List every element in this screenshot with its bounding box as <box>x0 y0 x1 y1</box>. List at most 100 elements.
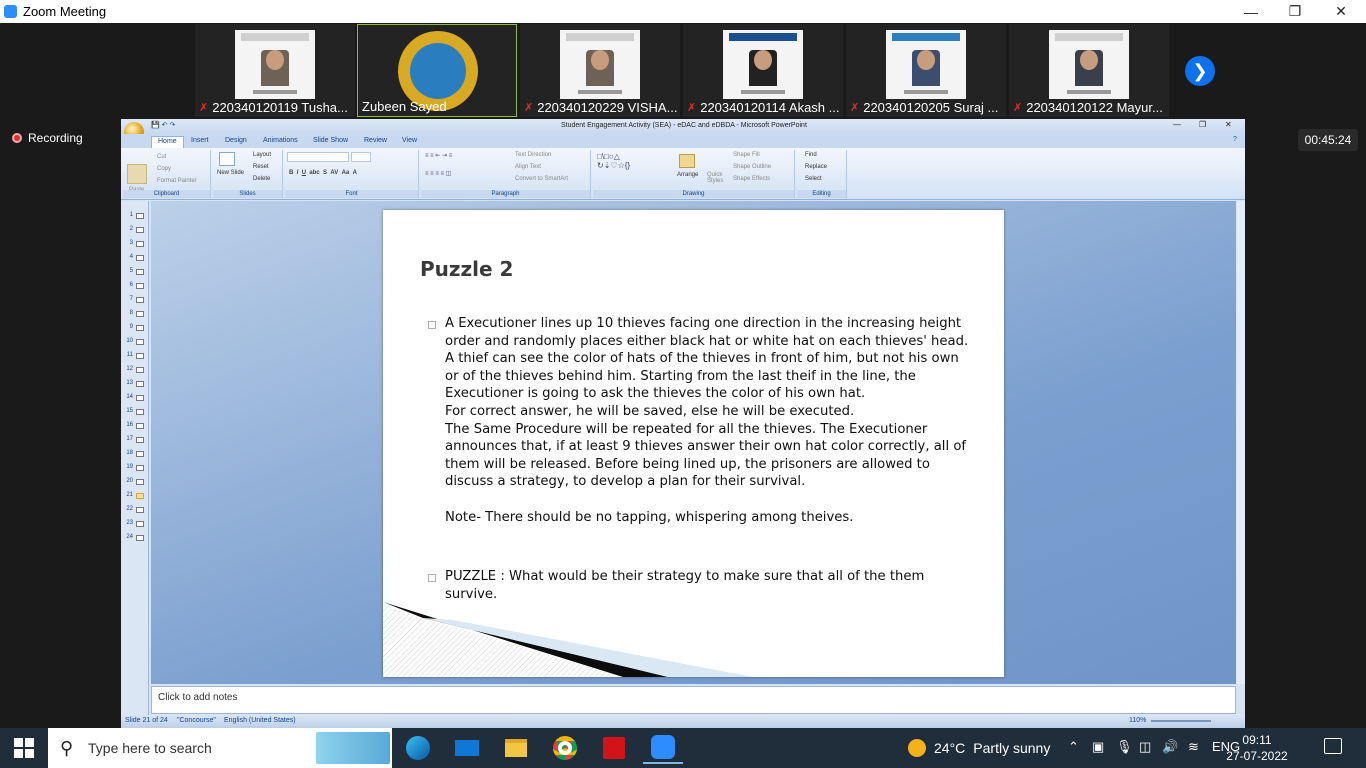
zoom-slider[interactable] <box>1151 720 1211 722</box>
slide-puzzle-text[interactable]: PUZZLE : What would be their strategy to… <box>445 568 975 603</box>
slide-number: 5 <box>129 268 133 274</box>
bold-button[interactable]: B I U abc S AV Aa A <box>289 170 357 176</box>
slide-thumbnail[interactable] <box>136 255 144 261</box>
slide-thumbnail[interactable] <box>136 521 144 527</box>
quick-styles-button[interactable]: Quick Styles <box>707 172 733 184</box>
mail-icon[interactable] <box>447 732 487 764</box>
slide-body-text[interactable]: A Executioner lines up 10 thieves facing… <box>445 315 975 526</box>
participant-tile[interactable]: ✗ 220340120114 Akash ... <box>683 24 843 117</box>
slide-thumbnail[interactable] <box>136 227 144 233</box>
slide-title[interactable]: Puzzle 2 <box>420 257 513 281</box>
arrange-icon[interactable] <box>679 154 695 168</box>
slide-thumbnail[interactable] <box>136 297 144 303</box>
slide-thumbnail[interactable] <box>136 339 144 345</box>
replace-button[interactable]: Replace <box>805 164 827 170</box>
tab-review[interactable]: Review <box>364 137 387 144</box>
slide-thumbnail[interactable] <box>136 451 144 457</box>
slide-thumbnail[interactable] <box>136 381 144 387</box>
ppt-close-button[interactable]: ✕ <box>1225 120 1232 129</box>
reset-button[interactable]: Reset <box>253 164 269 170</box>
zoom-level[interactable]: 110% <box>1129 717 1146 724</box>
font-size-input[interactable] <box>351 152 371 162</box>
format-painter-button[interactable]: Format Painter <box>157 178 197 184</box>
select-button[interactable]: Select <box>805 176 822 182</box>
slide-thumbnail[interactable] <box>136 479 144 485</box>
ppt-minimize-button[interactable]: — <box>1173 120 1181 129</box>
meeting-icon[interactable]: ▣ <box>1092 739 1104 755</box>
slide-thumbnail[interactable] <box>136 283 144 289</box>
slide-thumbnail[interactable] <box>136 241 144 247</box>
acrobat-icon[interactable] <box>594 732 634 764</box>
slide-thumbnail[interactable] <box>136 507 144 513</box>
participant-tile[interactable]: ✗ 220340120205 Suraj ... <box>846 24 1006 117</box>
slide-thumbnail[interactable] <box>136 423 144 429</box>
start-button[interactable] <box>14 738 34 758</box>
current-slide[interactable]: Puzzle 2 A Executioner lines up 10 thiev… <box>383 210 1004 677</box>
chevron-up-icon[interactable]: ⌃ <box>1068 739 1079 755</box>
font-name-input[interactable] <box>287 152 349 162</box>
arrange-button[interactable]: Arrange <box>677 172 698 178</box>
minimize-button[interactable]: — <box>1228 0 1274 23</box>
restore-button[interactable]: ❐ <box>1272 0 1318 23</box>
slide-thumbnail[interactable] <box>136 493 144 499</box>
find-button[interactable]: Find <box>805 152 817 158</box>
paste-icon[interactable] <box>127 164 147 184</box>
notes-pane[interactable]: Click to add notes <box>151 686 1236 714</box>
recording-indicator[interactable]: Recording <box>12 131 83 145</box>
align-buttons[interactable]: ≡ ≡ ≡ ≡ ◫ <box>425 170 451 177</box>
shape-effects-button[interactable]: Shape Effects <box>733 176 770 182</box>
taskbar-clock[interactable]: 09:11 27-07-2022 <box>1226 732 1288 764</box>
volume-icon[interactable]: 🔊 <box>1162 739 1178 755</box>
slide-thumbnail[interactable] <box>136 437 144 443</box>
copy-button[interactable]: Copy <box>157 166 171 172</box>
tab-home[interactable]: Home <box>151 136 184 148</box>
tab-insert[interactable]: Insert <box>191 137 209 144</box>
weather-widget[interactable]: 24°C Partly sunny <box>908 728 1050 768</box>
participant-tile-active[interactable]: Zubeen Sayed <box>357 24 517 117</box>
shape-fill-button[interactable]: Shape Fill <box>733 152 760 158</box>
file-explorer-icon[interactable] <box>496 732 536 764</box>
new-slide-button[interactable]: New Slide <box>217 170 244 176</box>
slide-thumbnail[interactable] <box>136 325 144 331</box>
chrome-icon[interactable] <box>545 732 585 764</box>
zoom-icon[interactable] <box>643 732 683 764</box>
tab-slide-show[interactable]: Slide Show <box>313 137 348 144</box>
slide-thumbnail[interactable] <box>136 465 144 471</box>
align-text-button[interactable]: Align Text <box>515 164 541 170</box>
slide-thumbnail[interactable] <box>136 367 144 373</box>
slide-thumbnail[interactable] <box>136 213 144 219</box>
wifi-icon[interactable]: ≋ <box>1188 739 1199 755</box>
slide-thumbnail[interactable] <box>136 395 144 401</box>
power-icon[interactable]: ◫ <box>1139 739 1151 755</box>
participant-tile[interactable]: ✗ 220340120229 VISHA... <box>520 24 680 117</box>
new-slide-icon[interactable] <box>219 152 235 166</box>
cut-button[interactable]: Cut <box>157 154 166 160</box>
slide-thumbnail[interactable] <box>136 535 144 541</box>
text-direction-button[interactable]: Text Direction <box>515 152 551 158</box>
convert-smartart-button[interactable]: Convert to SmartArt <box>515 176 568 182</box>
slide-thumbnail[interactable] <box>136 353 144 359</box>
taskbar-search-box[interactable]: ⚲ Type here to search <box>48 728 392 768</box>
delete-button[interactable]: Delete <box>253 176 270 182</box>
slide-thumbnail[interactable] <box>136 409 144 415</box>
slide-thumbnail[interactable] <box>136 311 144 317</box>
microphone-icon[interactable]: 🎙 <box>1116 739 1133 755</box>
shapes-gallery[interactable]: □\□○△ ↻⇣♡☆{} <box>597 152 630 170</box>
tab-view[interactable]: View <box>402 137 417 144</box>
participant-tile[interactable]: ✗ 220340120119 Tusha... <box>195 24 355 117</box>
quick-access-toolbar[interactable]: 💾 ↶ ↷ <box>151 121 175 129</box>
notification-center-icon[interactable] <box>1324 738 1342 754</box>
next-participants-button[interactable]: ❯ <box>1185 56 1215 86</box>
vertical-scrollbar[interactable] <box>1237 201 1245 684</box>
edge-icon[interactable] <box>398 732 438 764</box>
tab-design[interactable]: Design <box>225 137 247 144</box>
layout-button[interactable]: Layout <box>253 152 271 158</box>
bullets-button[interactable]: ≡ ≡ ⇤ ⇥ ≡ <box>425 152 452 159</box>
tab-animations[interactable]: Animations <box>263 137 298 144</box>
slide-thumbnail[interactable] <box>136 269 144 275</box>
ppt-restore-button[interactable]: ❐ <box>1199 120 1206 129</box>
help-icon[interactable]: ? <box>1233 136 1237 143</box>
close-button[interactable]: ✕ <box>1318 0 1364 23</box>
shape-outline-button[interactable]: Shape Outline <box>733 164 771 170</box>
participant-tile[interactable]: ✗ 220340120122 Mayur... <box>1009 24 1169 117</box>
